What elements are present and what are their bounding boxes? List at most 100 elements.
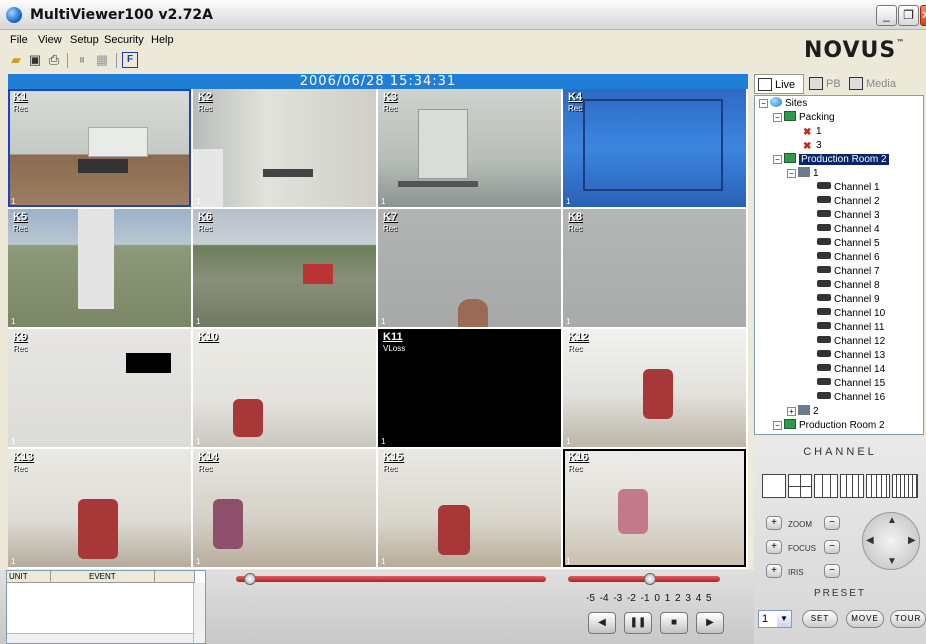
tree-channel[interactable]: Channel 8 [817,279,880,293]
iris-open-button[interactable]: + [766,564,782,578]
menu-security[interactable]: Security [104,34,144,46]
toolbar-separator [116,53,117,68]
tab-playback[interactable]: PB [806,74,844,94]
close-button[interactable]: ✕ [920,5,926,26]
tree-site-production-room-2[interactable]: − Production Room 2 [773,419,885,433]
open-folder-icon[interactable]: ▰ [8,52,24,68]
tab-media[interactable]: Media [846,74,902,94]
tree-channel[interactable]: Channel 11 [817,321,884,335]
layout-3x3-button[interactable] [814,474,838,498]
pan-left-icon[interactable]: ◀ [866,535,874,546]
tree-site-packing[interactable]: − Packing [773,111,835,125]
tree-channel[interactable]: Channel 14 [817,363,885,377]
menu-view[interactable]: View [38,34,62,46]
fullscreen-icon[interactable]: F [122,52,138,68]
tree-root-sites[interactable]: − Sites [759,97,807,111]
camera-tile-k10[interactable]: K10 1 [193,329,376,447]
stop-button[interactable]: ■ [660,612,688,634]
collapse-icon[interactable]: − [759,99,768,108]
tree-dvr-3[interactable]: ✖ 3 [803,139,822,153]
camera-tile-k4[interactable]: K4 Rec 1 [563,89,746,207]
camera-icon [817,196,831,203]
collapse-icon[interactable]: − [773,113,782,122]
tree-channel[interactable]: Channel 13 [817,349,885,363]
menu-setup[interactable]: Setup [70,34,99,46]
pause-button[interactable]: ❚❚ [624,612,652,634]
speed-thumb[interactable] [644,573,656,585]
pan-up-icon[interactable]: ▲ [887,515,897,526]
layout-5x5-button[interactable] [866,474,890,498]
zoom-in-button[interactable]: + [766,516,782,530]
camera-tile-k16[interactable]: K16 Rec 1 [563,449,746,567]
pan-right-icon[interactable]: ▶ [908,535,916,546]
tree-channel[interactable]: Channel 9 [817,293,880,307]
tree-channel[interactable]: Channel 5 [817,237,880,251]
tab-live[interactable]: Live [754,74,804,94]
print-icon[interactable]: ⎙ [46,52,62,68]
camera-tile-k2[interactable]: K2 Rec 1 [193,89,376,207]
zoom-out-button[interactable]: − [824,516,840,530]
pause-view-icon[interactable]: ⏸ [74,52,90,68]
camera-tile-k7[interactable]: K7 Rec 1 [378,209,561,327]
tree-channel[interactable]: Channel 1 [817,181,880,195]
camera-tile-k12[interactable]: K12 Rec 1 [563,329,746,447]
menu-file[interactable]: File [10,34,28,46]
tree-channel[interactable]: Channel 10 [817,307,885,321]
channel-label: Channel 11 [834,322,885,333]
camera-tile-k9[interactable]: K9 Rec 1 [8,329,191,447]
timeline-thumb[interactable] [244,573,256,585]
focus-near-button[interactable]: + [766,540,782,554]
tree-channel[interactable]: Channel 2 [817,195,880,209]
iris-close-button[interactable]: − [824,564,840,578]
tree-site-production-room[interactable]: − Production Room 2 [773,153,889,167]
disconnected-icon: ✖ [803,141,812,152]
event-hscrollbar[interactable] [7,633,193,643]
layout-2x2-button[interactable] [788,474,812,498]
camera-tile-k15[interactable]: K15 Rec 1 [378,449,561,567]
preset-set-button[interactable]: SET [802,610,838,628]
preset-move-button[interactable]: MOVE [846,610,884,628]
camera-tile-k6[interactable]: K6 Rec 1 [193,209,376,327]
camera-tile-k8[interactable]: K8 Rec 1 [563,209,746,327]
tree-channel[interactable]: Channel 3 [817,209,880,223]
tree-dvr-unit-1[interactable]: −1 [787,167,819,181]
layout-icon[interactable]: ▦ [94,52,110,68]
camera-tile-k11[interactable]: K11 VLoss 1 [378,329,561,447]
timeline-slider[interactable] [236,576,546,582]
layout-4x4-button[interactable] [840,474,864,498]
event-scrollbar[interactable] [193,583,205,643]
collapse-icon[interactable]: − [773,421,782,430]
tree-channel[interactable]: Channel 6 [817,251,880,265]
play-button[interactable]: ▶ [696,612,724,634]
tree-channel[interactable]: Channel 4 [817,223,880,237]
preset-tour-button[interactable]: TOUR [890,610,926,628]
menu-help[interactable]: Help [151,34,174,46]
preset-select[interactable]: 1 ▼ [758,610,792,628]
save-icon[interactable]: ▣ [27,52,43,68]
camera-tile-k13[interactable]: K13 Rec 1 [8,449,191,567]
expand-icon[interactable]: + [787,407,796,416]
tree-channel[interactable]: Channel 12 [817,335,885,349]
tree-dvr-1[interactable]: ✖ 1 [803,125,822,139]
pan-down-icon[interactable]: ▼ [887,556,897,567]
tree-channel[interactable]: Channel 7 [817,265,880,279]
layout-1x1-button[interactable] [762,474,786,498]
ptz-joystick[interactable]: ▲ ▼ ◀ ▶ [862,512,920,570]
camera-tile-k5[interactable]: K5 Rec 1 [8,209,191,327]
collapse-icon[interactable]: − [773,155,782,164]
camera-tile-k3[interactable]: K3 Rec 1 [378,89,561,207]
tree-channel[interactable]: Channel 16 [817,391,885,405]
tree-dvr-unit-2[interactable]: +2 [787,405,819,419]
camera-index: 1 [11,557,16,566]
collapse-icon[interactable]: − [787,169,796,178]
restore-button[interactable]: ❐ [898,5,919,26]
camera-tile-k14[interactable]: K14 Rec 1 [193,449,376,567]
tree-channel[interactable]: Channel 15 [817,377,885,391]
layout-6x6-button[interactable] [892,474,918,498]
rewind-button[interactable]: ◀ [588,612,616,634]
channel-label: Channel 13 [834,350,886,361]
focus-far-button[interactable]: − [824,540,840,554]
camera-status: Rec [13,224,28,233]
camera-tile-k1[interactable]: K1 Rec 1 [8,89,191,207]
minimize-button[interactable]: _ [876,5,897,26]
